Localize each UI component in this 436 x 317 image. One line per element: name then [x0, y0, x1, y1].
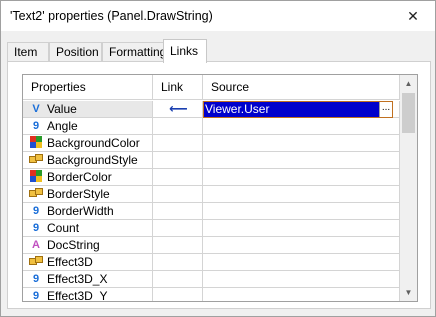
links-tab-panel: Properties Link Source V Value ⟵ Viewer.Use… — [7, 61, 431, 309]
property-cell[interactable]: Effect3D — [23, 254, 153, 271]
title-bar: 'Text2' properties (Panel.DrawString) ✕ — [1, 1, 435, 31]
source-cell[interactable] — [203, 169, 400, 186]
property-name: BorderWidth — [47, 204, 114, 218]
property-row[interactable]: 9 Count — [23, 220, 400, 237]
property-name: BackgroundColor — [47, 136, 140, 150]
property-name: BackgroundStyle — [47, 153, 138, 167]
source-cell[interactable] — [203, 254, 400, 271]
number-icon: 9 — [32, 273, 40, 285]
property-name: Effect3D_Y — [47, 289, 108, 302]
text-icon: A — [32, 239, 40, 251]
browse-button[interactable]: ... — [379, 102, 392, 117]
property-name: BorderStyle — [47, 187, 110, 201]
header-source[interactable]: Source — [203, 75, 400, 100]
source-cell[interactable] — [203, 288, 400, 301]
tab-position[interactable]: Position — [49, 42, 102, 62]
tab-links[interactable]: Links — [163, 39, 207, 63]
property-cell[interactable]: BackgroundStyle — [23, 152, 153, 169]
property-cell[interactable]: BackgroundColor — [23, 135, 153, 152]
scroll-thumb[interactable] — [402, 93, 415, 133]
link-cell[interactable] — [153, 135, 203, 152]
property-row[interactable]: V Value ⟵ Viewer.User... — [23, 101, 400, 118]
link-cell[interactable] — [153, 186, 203, 203]
property-name: Effect3D_X — [47, 272, 108, 286]
link-cell[interactable] — [153, 254, 203, 271]
source-value: Viewer.User — [205, 102, 270, 116]
link-cell[interactable] — [153, 169, 203, 186]
property-name: BorderColor — [47, 170, 112, 184]
property-row[interactable]: BackgroundColor — [23, 135, 400, 152]
link-cell[interactable] — [153, 288, 203, 301]
link-cell[interactable] — [153, 220, 203, 237]
property-row[interactable]: 9 Angle — [23, 118, 400, 135]
property-row[interactable]: A DocString — [23, 237, 400, 254]
property-row[interactable]: BorderColor — [23, 169, 400, 186]
link-cell[interactable] — [153, 203, 203, 220]
number-icon: 9 — [32, 290, 40, 302]
property-name: Count — [47, 221, 80, 235]
property-row[interactable]: 9 Effect3D_Y — [23, 288, 400, 302]
close-button[interactable]: ✕ — [391, 1, 435, 31]
source-cell[interactable] — [203, 237, 400, 254]
link-cell[interactable] — [153, 271, 203, 288]
scroll-up-arrow-icon[interactable]: ▲ — [400, 75, 417, 92]
property-row[interactable]: BorderStyle — [23, 186, 400, 203]
link-cell[interactable] — [153, 237, 203, 254]
link-cell[interactable]: ⟵ — [153, 101, 203, 118]
link-arrow-icon: ⟵ — [169, 101, 188, 116]
window-title: 'Text2' properties (Panel.DrawString) — [10, 9, 213, 23]
number-icon: 9 — [32, 205, 40, 217]
property-cell[interactable]: BorderStyle — [23, 186, 153, 203]
source-cell[interactable] — [203, 186, 400, 203]
source-cell[interactable] — [203, 220, 400, 237]
property-row[interactable]: Effect3D — [23, 254, 400, 271]
property-cell[interactable]: 9 Angle — [23, 118, 153, 135]
source-cell[interactable] — [203, 203, 400, 220]
properties-dialog: 'Text2' properties (Panel.DrawString) ✕ … — [0, 0, 436, 317]
link-cell[interactable] — [153, 118, 203, 135]
property-row[interactable]: 9 BorderWidth — [23, 203, 400, 220]
style-icon — [29, 255, 43, 269]
source-edit-field[interactable]: Viewer.User... — [203, 101, 393, 118]
header-link[interactable]: Link — [153, 75, 203, 100]
number-icon: 9 — [32, 120, 40, 132]
source-cell[interactable] — [203, 152, 400, 169]
property-name: Effect3D — [47, 255, 93, 269]
number-icon: 9 — [32, 222, 40, 234]
style-icon — [29, 187, 43, 201]
links-grid: Properties Link Source V Value ⟵ Viewer.Use… — [22, 74, 418, 302]
property-cell[interactable]: A DocString — [23, 237, 153, 254]
color-icon — [29, 136, 43, 150]
property-name: Value — [47, 102, 77, 116]
v-icon: V — [32, 103, 40, 115]
tab-item[interactable]: Item — [7, 42, 49, 62]
source-cell[interactable] — [203, 135, 400, 152]
color-icon — [29, 170, 43, 184]
source-cell[interactable] — [203, 118, 400, 135]
property-cell[interactable]: 9 Count — [23, 220, 153, 237]
property-name: DocString — [47, 238, 100, 252]
link-cell[interactable] — [153, 152, 203, 169]
vertical-scrollbar[interactable]: ▲ ▼ — [400, 75, 417, 301]
style-icon — [29, 153, 43, 167]
property-cell[interactable]: 9 Effect3D_Y — [23, 288, 153, 302]
header-properties[interactable]: Properties — [23, 75, 153, 100]
property-cell[interactable]: V Value — [23, 101, 153, 118]
source-cell[interactable] — [203, 271, 400, 288]
property-row[interactable]: BackgroundStyle — [23, 152, 400, 169]
scroll-down-arrow-icon[interactable]: ▼ — [400, 284, 417, 301]
tab-formatting[interactable]: Formatting — [102, 42, 166, 62]
property-cell[interactable]: 9 Effect3D_X — [23, 271, 153, 288]
property-cell[interactable]: 9 BorderWidth — [23, 203, 153, 220]
tab-strip: Item Position Formatting Links — [7, 39, 431, 63]
property-cell[interactable]: BorderColor — [23, 169, 153, 186]
source-cell[interactable]: Viewer.User... — [203, 101, 400, 118]
property-name: Angle — [47, 119, 78, 133]
property-row[interactable]: 9 Effect3D_X — [23, 271, 400, 288]
